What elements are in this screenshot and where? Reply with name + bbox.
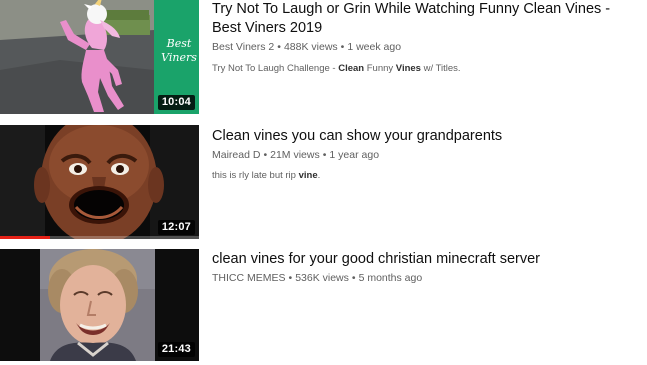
- separator-dot: •: [340, 41, 345, 53]
- video-duration-badge: 12:07: [157, 220, 195, 235]
- separator-dot: •: [322, 149, 327, 161]
- video-duration-badge: 10:04: [157, 95, 195, 110]
- upload-age: 5 months ago: [358, 272, 423, 284]
- watch-progress-fill: [0, 236, 50, 239]
- video-meta: Best Viners 2 • 488K views • 1 week ago: [212, 40, 640, 54]
- separator-dot: •: [263, 149, 268, 161]
- channel-name[interactable]: THICC MEMES: [212, 272, 286, 284]
- separator-dot: •: [288, 272, 293, 284]
- watch-progress-bar: [0, 236, 199, 239]
- view-count: 536K views: [295, 272, 349, 284]
- video-info-2: Clean vines you can show your grandparen…: [212, 127, 640, 182]
- desc-text: w/ Titles.: [420, 63, 461, 74]
- channel-name[interactable]: Mairead D: [212, 149, 260, 161]
- separator-dot: •: [351, 272, 356, 284]
- video-description: Try Not To Laugh Challenge - Clean Funny…: [212, 62, 640, 75]
- video-result-2[interactable]: 12:07 Clean vines you can show your gran…: [0, 125, 647, 239]
- view-count: 21M views: [270, 149, 320, 161]
- view-count: 488K views: [283, 41, 338, 53]
- video-meta: Mairead D • 21M views • 1 year ago: [212, 148, 640, 162]
- thumbnail-brand-text: Best Viners: [158, 37, 199, 65]
- desc-highlight: Vines: [395, 63, 421, 74]
- video-duration-badge: 21:43: [157, 342, 195, 357]
- desc-text: Funny: [364, 63, 396, 74]
- desc-highlight: vine: [298, 170, 318, 181]
- desc-text: this is rly late but rip: [212, 170, 299, 181]
- upload-age: 1 year ago: [329, 149, 380, 161]
- desc-highlight: Clean: [338, 63, 365, 74]
- separator-dot: •: [277, 41, 281, 53]
- video-info-1: Try Not To Laugh or Grin While Watching …: [212, 0, 640, 75]
- video-description: this is rly late but rip vine.: [212, 169, 640, 182]
- channel-name[interactable]: Best Viners 2: [212, 41, 274, 53]
- video-result-3[interactable]: 21:43 clean vines for your good christia…: [0, 249, 647, 361]
- video-meta: THICC MEMES • 536K views • 5 months ago: [212, 271, 640, 285]
- video-title[interactable]: Clean vines you can show your grandparen…: [212, 127, 640, 146]
- search-results-list: Best Viners 10:04 Try Not To Laugh or Gri…: [0, 0, 647, 365]
- thumbnail-brand-word: Viners: [161, 51, 197, 64]
- video-info-3: clean vines for your good christian mine…: [212, 250, 640, 285]
- desc-text: .: [317, 170, 321, 181]
- video-thumbnail-3[interactable]: 21:43: [0, 249, 199, 361]
- desc-text: Try Not To Laugh Challenge -: [212, 63, 339, 74]
- video-title[interactable]: clean vines for your good christian mine…: [212, 250, 640, 269]
- video-title[interactable]: Try Not To Laugh or Grin While Watching …: [212, 0, 640, 38]
- upload-age: 1 week ago: [347, 41, 402, 53]
- video-thumbnail-1[interactable]: Best Viners 10:04: [0, 0, 199, 114]
- video-thumbnail-2[interactable]: 12:07: [0, 125, 199, 239]
- thumbnail-brand-word: Best: [166, 37, 192, 50]
- video-result-1[interactable]: Best Viners 10:04 Try Not To Laugh or Gri…: [0, 0, 647, 114]
